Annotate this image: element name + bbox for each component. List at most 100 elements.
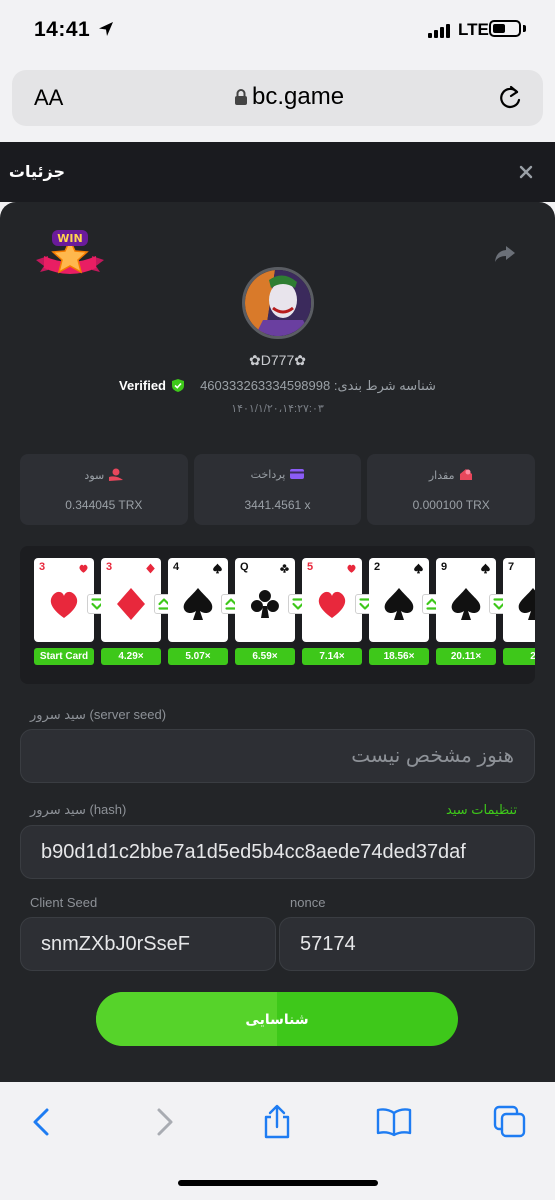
server-hash-label: سید سرور (hash) bbox=[30, 802, 127, 817]
signal-bars-icon bbox=[428, 24, 450, 38]
club-suit-icon bbox=[280, 564, 289, 573]
share-icon[interactable] bbox=[494, 244, 516, 264]
heart-suit-icon bbox=[79, 564, 88, 573]
back-icon[interactable] bbox=[25, 1104, 61, 1140]
url-text[interactable]: bc.game bbox=[252, 83, 344, 111]
stats-row: سود 0.344045 TRX پرداخت 3441.4561 x مقدا… bbox=[20, 454, 536, 525]
stat-label: مقدار bbox=[428, 470, 455, 482]
stat-value: 0.000100 TRX bbox=[412, 498, 490, 512]
spade-suit-icon bbox=[481, 563, 490, 574]
card-rank: 2 bbox=[374, 561, 381, 573]
stat-card-payout: پرداخت 3441.4561 x bbox=[193, 454, 362, 525]
bet-id-value[interactable]: 460333263334598998 bbox=[200, 378, 330, 393]
spade-suit-icon bbox=[213, 563, 222, 574]
multiplier-tag: 20.11× bbox=[436, 648, 496, 665]
network-label: LTE bbox=[458, 20, 489, 39]
profit-icon bbox=[109, 468, 124, 481]
home-indicator bbox=[178, 1180, 378, 1186]
card-rank: 3 bbox=[39, 561, 46, 573]
multiplier-tag: 5.07× bbox=[168, 648, 228, 665]
playing-card: 3 bbox=[101, 558, 161, 642]
forward-icon[interactable] bbox=[145, 1104, 181, 1140]
spade-suit-icon bbox=[384, 588, 414, 620]
playing-card: 3 bbox=[34, 558, 94, 642]
playing-card: 9 bbox=[436, 558, 496, 642]
stat-label: سود bbox=[84, 470, 105, 482]
tabs-icon[interactable] bbox=[492, 1104, 528, 1140]
battery-tip bbox=[523, 25, 526, 32]
reload-icon[interactable] bbox=[496, 84, 524, 112]
verify-button[interactable]: شناسایی bbox=[96, 992, 458, 1046]
playing-card: 5 bbox=[302, 558, 362, 642]
stat-card-amount: مقدار 0.000100 TRX bbox=[367, 454, 536, 525]
multiplier-tag: 6.59× bbox=[235, 648, 295, 665]
spade-suit-icon bbox=[414, 563, 423, 574]
card-rank: 7 bbox=[508, 561, 515, 573]
card-rank: Q bbox=[240, 561, 249, 573]
avatar bbox=[242, 267, 314, 339]
card-item: 3 4.29× bbox=[101, 558, 161, 676]
cards-history: 3 Start Card 3 4.29× 4 5.07× Q 6.59× 5 7.14× 2 18.5… bbox=[20, 546, 535, 684]
card-item: Q 6.59× bbox=[235, 558, 295, 676]
bet-details-panel: WIN ✿D777✿ شناسه شرط بندی: 4603332633345… bbox=[0, 202, 555, 1082]
multiplier-tag: 7.14× bbox=[302, 648, 362, 665]
server-hash-field[interactable]: b90d1d1c2bbe7a1d5ed5b4cc8aede74ded37daf bbox=[20, 825, 535, 879]
modal-title: جزئیات bbox=[8, 164, 65, 181]
close-icon[interactable] bbox=[518, 164, 534, 180]
username-text: D777 bbox=[260, 352, 295, 368]
seed-settings-link[interactable]: تنظیمات سید bbox=[446, 802, 517, 818]
server-seed-label: سید سرور (server seed) bbox=[30, 707, 167, 722]
nonce-field[interactable]: 57174 bbox=[279, 917, 535, 971]
lock-icon bbox=[235, 89, 247, 105]
shield-check-icon bbox=[171, 379, 184, 392]
status-time: 14:41 bbox=[34, 18, 91, 41]
modal-header: جزئیات bbox=[0, 142, 555, 202]
card-rank: 9 bbox=[441, 561, 448, 573]
stat-value: 0.344045 TRX bbox=[65, 498, 143, 512]
card-item: 3 Start Card bbox=[34, 558, 94, 676]
card-rank: 5 bbox=[307, 561, 314, 573]
card-item: 9 20.11× bbox=[436, 558, 496, 676]
multiplier-tag: 4.29× bbox=[101, 648, 161, 665]
spade-suit-icon bbox=[183, 588, 213, 620]
client-seed-label: Client Seed bbox=[30, 895, 98, 910]
share-sheet-icon[interactable] bbox=[259, 1104, 295, 1140]
multiplier-tag: Start Card bbox=[34, 648, 94, 665]
bet-date: ۱۴۰۱/۱/۲۰،۱۴:۲۷:۰۳ bbox=[231, 403, 324, 415]
club-suit-icon bbox=[250, 590, 279, 618]
server-seed-field[interactable]: هنوز مشخص نیست bbox=[20, 729, 535, 783]
stat-label: پرداخت bbox=[250, 469, 286, 481]
username: ✿D777✿ bbox=[0, 352, 555, 369]
bet-id-row: شناسه شرط بندی: 460333263334598998 Verif… bbox=[0, 378, 555, 394]
playing-card: 7 bbox=[503, 558, 535, 642]
card-item: 4 5.07× bbox=[168, 558, 228, 676]
client-seed-field[interactable]: snmZXbJ0rSseF bbox=[20, 917, 276, 971]
payout-card-icon bbox=[290, 469, 305, 479]
nonce-label: nonce bbox=[290, 895, 326, 910]
card-item: 5 7.14× bbox=[302, 558, 362, 676]
heart-suit-icon bbox=[347, 564, 356, 573]
heart-suit-icon bbox=[318, 591, 346, 618]
battery-icon bbox=[489, 20, 521, 37]
multiplier-tag: 2 bbox=[503, 648, 535, 665]
multiplier-tag: 18.56× bbox=[369, 648, 429, 665]
text-size-button[interactable]: AA bbox=[34, 85, 63, 111]
diamond-suit-icon bbox=[146, 563, 155, 574]
bet-id-label: شناسه شرط بندی: bbox=[333, 378, 436, 393]
spade-suit-icon bbox=[518, 588, 535, 620]
browser-address-area: AA bc.game bbox=[0, 60, 555, 142]
address-bar[interactable]: AA bc.game bbox=[12, 70, 543, 126]
card-item: 2 18.56× bbox=[369, 558, 429, 676]
card-rank: 3 bbox=[106, 561, 113, 573]
verified-badge: Verified bbox=[119, 378, 166, 393]
flower-icon: ✿ bbox=[249, 352, 261, 368]
card-item: 72 bbox=[503, 558, 535, 676]
stat-card-profit: سود 0.344045 TRX bbox=[20, 454, 188, 525]
status-bar: 14:41 LTE bbox=[0, 0, 555, 60]
win-badge-icon: WIN bbox=[36, 230, 104, 274]
verify-button-label: شناسایی bbox=[245, 1011, 309, 1027]
amount-icon bbox=[460, 469, 473, 480]
playing-card: 2 bbox=[369, 558, 429, 642]
playing-card: 4 bbox=[168, 558, 228, 642]
bookmarks-icon[interactable] bbox=[376, 1104, 412, 1140]
